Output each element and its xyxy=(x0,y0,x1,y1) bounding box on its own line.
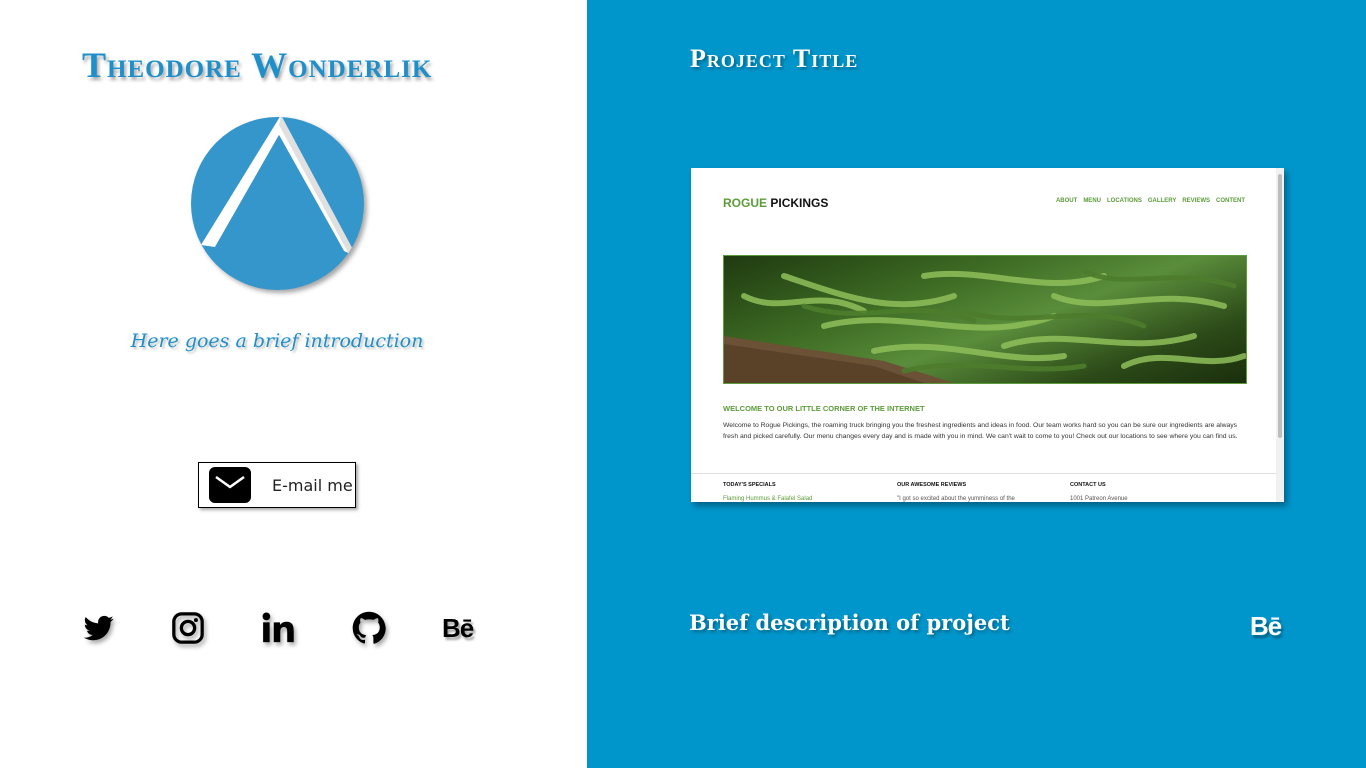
triangle-a-logo-icon xyxy=(191,117,364,290)
preview-column-line: Flaming Hummus & Falafel Salad xyxy=(723,496,813,502)
behance-link[interactable]: Bē xyxy=(442,606,474,650)
preview-nav-item: ABOUT xyxy=(1055,198,1078,204)
profile-panel: Theodore Wonderlik Here goes a brief int… xyxy=(0,0,587,768)
behance-icon: Bē xyxy=(1250,611,1282,641)
preview-welcome-heading: WELCOME TO OUR LITTLE CORNER OF THE INTE… xyxy=(723,404,925,413)
linkedin-icon xyxy=(262,612,294,643)
preview-column-heading: TODAY'S SPECIALS xyxy=(723,482,776,488)
preview-column-line: 1001 Patreon Avenue xyxy=(1070,496,1128,502)
preview-column-line: "I got so excited about the yumminess of… xyxy=(897,496,1015,502)
project-title: Project Title xyxy=(690,44,859,73)
mail-icon xyxy=(209,467,251,503)
project-panel: Project Title ROGUE PICKINGS ABOUT MENU … xyxy=(587,0,1366,768)
twitter-icon xyxy=(83,615,114,641)
preview-nav: ABOUT MENU LOCATIONS GALLERY REVIEWS CON… xyxy=(1056,198,1245,204)
project-description: Brief description of project xyxy=(689,610,1010,635)
twitter-link[interactable] xyxy=(82,606,116,650)
preview-column-heading: OUR AWESOME REVIEWS xyxy=(897,482,967,488)
instagram-link[interactable] xyxy=(171,606,205,650)
linkedin-link[interactable] xyxy=(260,606,296,650)
preview-column-heading: CONTACT US xyxy=(1070,482,1106,488)
preview-scrollbar-thumb[interactable] xyxy=(1278,174,1282,438)
email-button[interactable]: E-mail me xyxy=(198,462,356,508)
preview-hero-image xyxy=(723,255,1247,384)
behance-icon: Bē xyxy=(442,612,474,643)
preview-scrollbar[interactable] xyxy=(1276,168,1284,502)
preview-nav-item: LOCATIONS xyxy=(1106,198,1142,204)
preview-brand-accent: ROGUE xyxy=(723,196,768,210)
preview-nav-item: REVIEWS xyxy=(1182,198,1210,204)
project-preview-screenshot[interactable]: ROGUE PICKINGS ABOUT MENU LOCATIONS GALL… xyxy=(691,168,1284,502)
github-icon xyxy=(352,611,386,644)
instagram-icon xyxy=(172,612,204,644)
preview-brand-rest: PICKINGS xyxy=(770,196,829,210)
preview-divider xyxy=(691,473,1276,474)
project-behance-link[interactable]: Bē xyxy=(1250,611,1282,642)
email-button-label: E-mail me xyxy=(272,475,353,495)
profile-name: Theodore Wonderlik xyxy=(82,45,433,85)
intro-text: Here goes a brief introduction xyxy=(130,330,424,352)
github-link[interactable] xyxy=(352,606,386,650)
preview-nav-item: CONTENT xyxy=(1216,198,1245,204)
preview-brand: ROGUE PICKINGS xyxy=(723,196,828,210)
preview-welcome-text: Welcome to Rogue Pickings, the roaming t… xyxy=(723,422,1238,440)
preview-nav-item: MENU xyxy=(1083,198,1101,204)
preview-nav-item: GALLERY xyxy=(1147,198,1177,204)
